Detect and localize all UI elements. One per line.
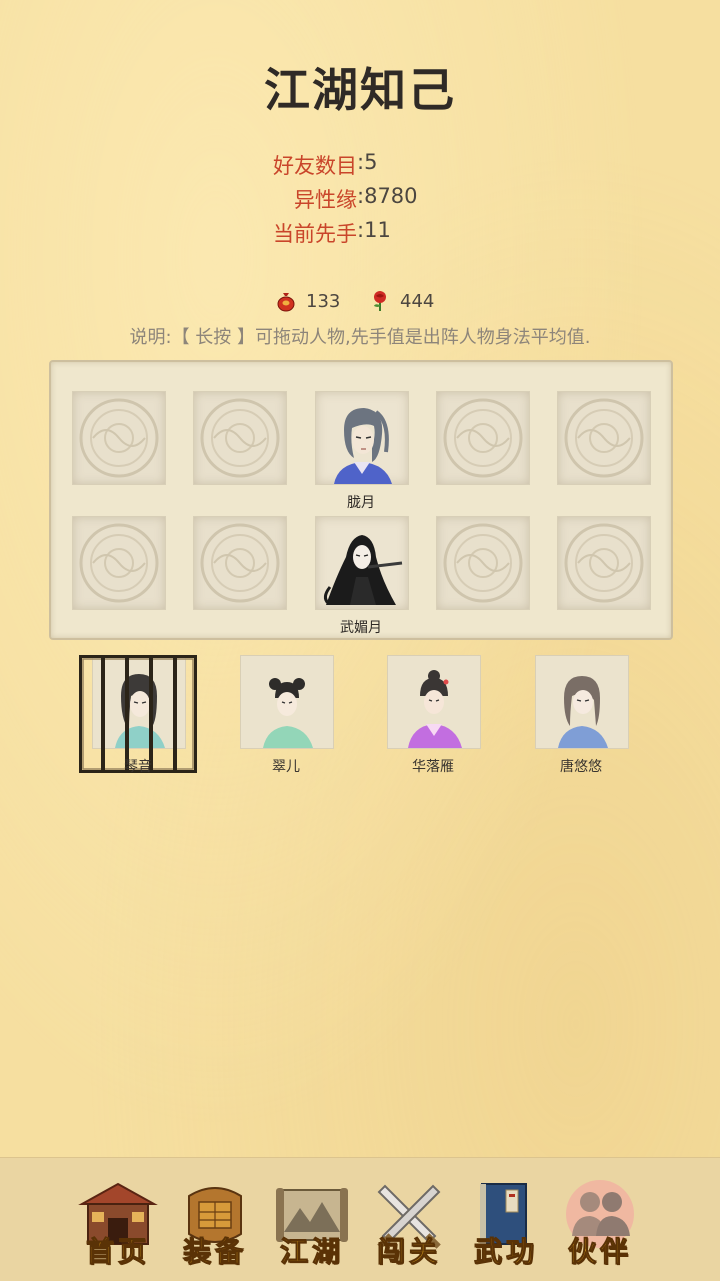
empty-slot[interactable] [193,391,287,485]
nav-label: 伙伴 [567,1235,632,1269]
nav-challenge[interactable]: 闯关 [369,1178,449,1269]
bottom-nav: 首页 装备 江湖 闯关 武功 伙伴 [0,1157,720,1281]
stat-label: 好友数目 [273,154,357,178]
partner-name: 唐悠悠 [560,759,602,775]
nav-martial-arts[interactable]: 武功 [466,1178,546,1269]
stat-value: :11 [357,218,391,242]
partner-card-cuier[interactable] [240,655,334,749]
nav-label: 闯关 [376,1235,441,1269]
hero-slot-longyue[interactable] [315,391,409,485]
nav-label: 江湖 [279,1235,344,1269]
stat-charm: 异性缘 :8780 [0,184,720,218]
hint-text: 说明:【 长按 】可拖动人物,先手值是出阵人物身法平均值. [129,327,591,348]
hero-slot-wumeiyue[interactable] [315,516,409,610]
nav-jianghu[interactable]: 江湖 [272,1178,352,1269]
emblem-icon [79,398,159,478]
partner-card-hualuoyan[interactable] [387,655,481,749]
nav-label: 武功 [473,1235,538,1269]
formation-panel: 胧月 武媚月 [49,360,673,640]
currency-value: 133 [306,290,341,312]
partner-name: 华落雁 [412,759,454,775]
empty-slot[interactable] [436,391,530,485]
empty-slot[interactable] [193,516,287,610]
nav-label: 装备 [182,1235,247,1269]
partner-name: 翠儿 [272,759,300,775]
stat-value: :5 [357,150,378,174]
stat-value: :8780 [357,184,418,208]
empty-slot[interactable] [72,516,166,610]
nav-equipment[interactable]: 装备 [175,1178,255,1269]
hero-portrait [323,535,403,605]
emblem-icon [443,398,523,478]
empty-slot[interactable] [557,391,651,485]
empty-slot[interactable] [436,516,530,610]
partner-portrait [558,676,608,748]
red-pouch-icon [277,293,295,312]
partner-portrait [408,670,462,748]
partner-name: 琴音 [124,759,152,775]
stat-label: 当前先手 [273,222,357,246]
partner-card-tangyouyou[interactable] [535,655,629,749]
rose-icon [374,291,386,311]
hero-name: 武媚月 [340,620,382,636]
nav-label: 首页 [85,1235,150,1269]
stat-friend-count: 好友数目 :5 [0,150,720,184]
currency-pouch: 133 [276,290,340,312]
stat-initiative: 当前先手 :11 [0,218,720,252]
currency-rose: 444 [370,290,434,312]
emblem-icon [200,398,280,478]
currency-bar: 133 444 [0,290,720,318]
emblem-icon [564,523,644,603]
hero-portrait [334,408,392,484]
stat-label: 异性缘 [294,188,357,212]
emblem-icon [443,523,523,603]
emblem-icon [200,523,280,603]
nav-partners[interactable]: 伙伴 [560,1178,640,1269]
empty-slot[interactable] [72,391,166,485]
partner-portrait [263,678,313,748]
empty-slot[interactable] [557,516,651,610]
hero-name: 胧月 [347,495,375,511]
page-title: 江湖知己 [264,63,456,117]
currency-value: 444 [400,290,435,312]
emblem-icon [564,398,644,478]
nav-home[interactable]: 首页 [78,1178,158,1269]
emblem-icon [79,523,159,603]
